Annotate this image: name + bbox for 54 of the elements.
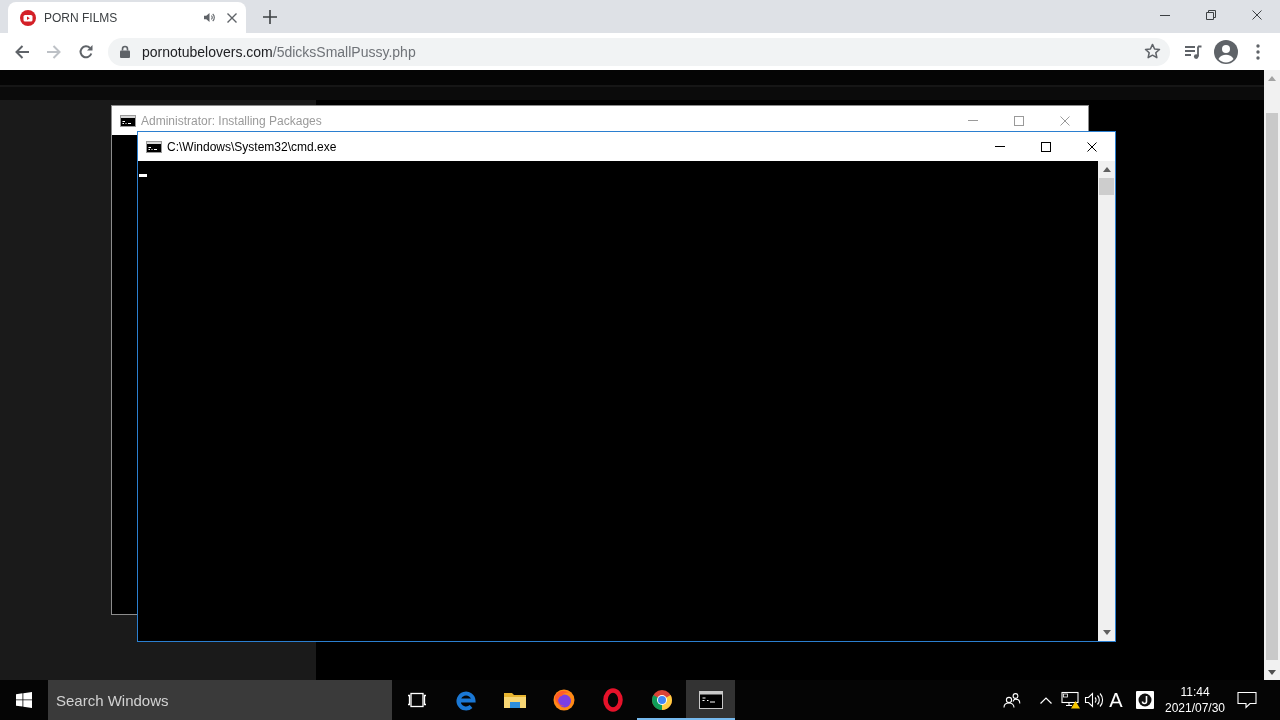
taskbar-app-button[interactable] xyxy=(686,680,735,720)
back-arrow-icon xyxy=(14,43,30,60)
reload-icon xyxy=(78,43,94,60)
lock-icon xyxy=(120,45,130,58)
windows-logo-icon xyxy=(16,692,32,708)
scrollbar[interactable] xyxy=(1264,70,1280,680)
scroll-down-icon xyxy=(1102,630,1111,635)
profile-button[interactable] xyxy=(1212,37,1240,66)
e-logo-icon xyxy=(453,688,478,712)
minimize-icon xyxy=(968,120,978,121)
folder-icon xyxy=(502,690,527,710)
forward-arrow-icon xyxy=(46,43,62,60)
scroll-thumb[interactable] xyxy=(1099,178,1114,195)
fox-globe-icon xyxy=(551,688,576,712)
terminal-icon xyxy=(120,114,136,127)
search-field[interactable]: Search Windows xyxy=(48,680,392,720)
chevron-up-icon xyxy=(1040,696,1052,704)
restore-icon xyxy=(1206,10,1216,20)
star-icon xyxy=(1143,43,1161,60)
volume-icon xyxy=(1084,692,1104,708)
maximize-icon xyxy=(1041,141,1051,152)
network-warning-icon xyxy=(1061,691,1081,709)
plus-icon xyxy=(263,9,277,24)
browser-tab[interactable]: PORN FILMS xyxy=(8,2,246,33)
close-icon xyxy=(1087,141,1097,152)
address-bar[interactable]: pornotubelovers.com/5dicksSmallPussy.php xyxy=(108,37,1170,66)
clock-time: 11:44 xyxy=(1180,684,1210,700)
tray-app-icon xyxy=(1136,691,1154,709)
ring-icon xyxy=(600,688,625,712)
notification-icon xyxy=(1237,691,1257,709)
close-icon xyxy=(227,12,237,23)
task-view-icon xyxy=(406,692,427,708)
segmented-circle-icon xyxy=(649,688,674,712)
playlist-icon xyxy=(1184,43,1202,60)
terminal-icon xyxy=(698,691,723,709)
scroll-up-icon xyxy=(1268,75,1276,81)
account-avatar-icon xyxy=(1214,39,1238,64)
scroll-down-icon xyxy=(1268,669,1276,675)
close-icon xyxy=(1060,115,1070,126)
scroll-up-icon xyxy=(1102,167,1111,172)
more-menu-icon xyxy=(1256,43,1260,60)
terminal-icon xyxy=(146,140,162,153)
clock-date: 2021/07/30 xyxy=(1164,700,1226,716)
minimize-icon xyxy=(1160,14,1170,16)
maximize-icon xyxy=(1014,115,1024,126)
scrollbar[interactable] xyxy=(1098,161,1115,641)
input-language-button[interactable]: A xyxy=(1105,680,1127,720)
play-logo-icon xyxy=(20,9,36,26)
close-icon xyxy=(1252,10,1262,20)
minimize-icon xyxy=(995,146,1005,147)
people-icon xyxy=(1003,692,1021,708)
window-title: C:\Windows\System32\cmd.exe xyxy=(167,139,337,154)
scroll-thumb[interactable] xyxy=(1266,113,1278,660)
window-title: Administrator: Installing Packages xyxy=(141,113,322,128)
